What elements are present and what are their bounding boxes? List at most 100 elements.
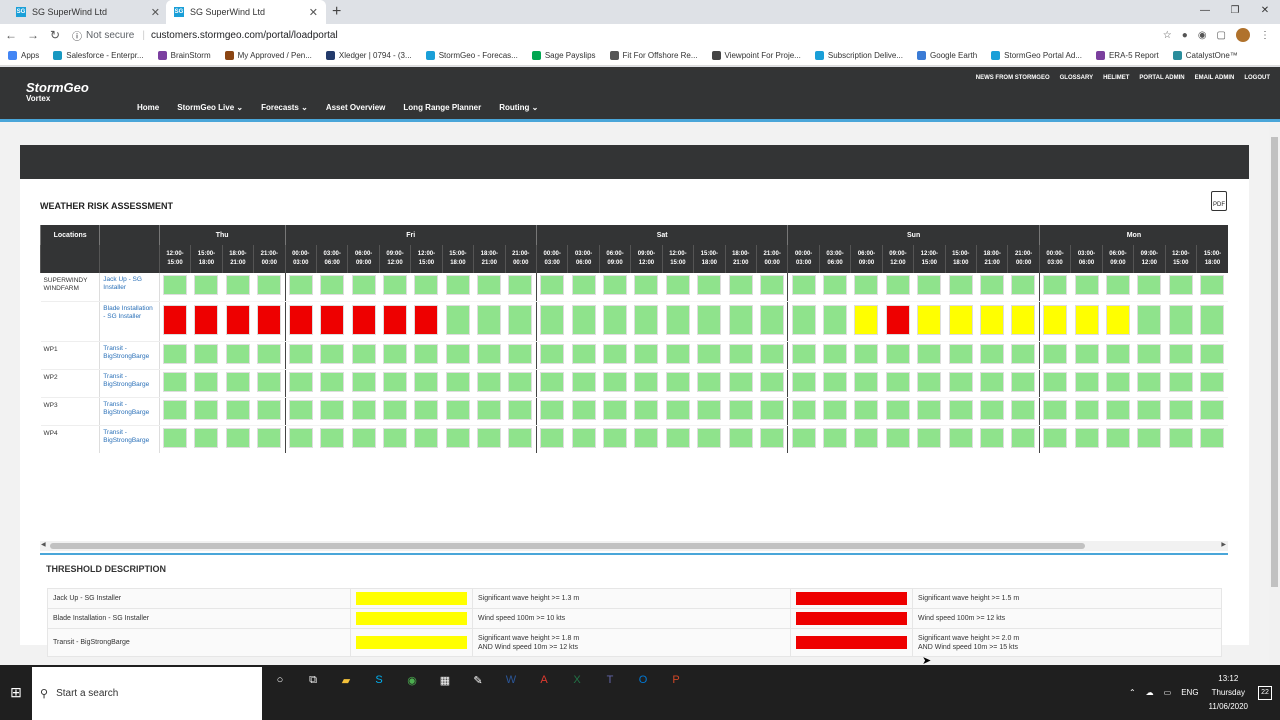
risk-cell[interactable] bbox=[1196, 425, 1228, 453]
risk-cell[interactable] bbox=[756, 341, 788, 370]
nav-item-routing[interactable]: Routing bbox=[499, 103, 538, 112]
risk-cell[interactable] bbox=[284, 273, 317, 302]
risk-cell[interactable] bbox=[819, 301, 851, 342]
top-nav-portal-admin[interactable]: PORTAL ADMIN bbox=[1139, 75, 1184, 81]
risk-cell[interactable] bbox=[347, 425, 380, 453]
risk-cell[interactable] bbox=[1007, 397, 1040, 426]
risk-cell[interactable] bbox=[913, 369, 946, 398]
risk-cell[interactable] bbox=[505, 369, 537, 398]
asset-link[interactable]: Transit - BigStrongBarge bbox=[99, 369, 160, 398]
new-tab-button[interactable]: + bbox=[332, 3, 341, 21]
outlook-icon[interactable]: O bbox=[631, 668, 655, 692]
risk-cell[interactable] bbox=[222, 397, 254, 426]
notifications-icon[interactable]: 22 bbox=[1258, 685, 1272, 700]
risk-cell[interactable] bbox=[473, 301, 506, 342]
risk-cell[interactable] bbox=[222, 273, 254, 302]
risk-cell[interactable] bbox=[1038, 341, 1071, 370]
risk-cell[interactable] bbox=[505, 341, 537, 370]
risk-cell[interactable] bbox=[410, 397, 443, 426]
risk-cell[interactable] bbox=[599, 273, 631, 302]
cortana-icon[interactable]: ○ bbox=[268, 668, 292, 692]
acrobat-icon[interactable]: A bbox=[532, 668, 556, 692]
nav-item-stormgeo-live[interactable]: StormGeo Live bbox=[177, 103, 243, 112]
language-indicator[interactable]: ENG bbox=[1181, 688, 1198, 697]
risk-cell[interactable] bbox=[630, 273, 663, 302]
battery-icon[interactable]: ▭ bbox=[1164, 688, 1172, 697]
risk-cell[interactable] bbox=[347, 273, 380, 302]
risk-cell[interactable] bbox=[725, 369, 757, 398]
pdf-export-icon[interactable]: PDF bbox=[1211, 191, 1227, 211]
maximize-icon[interactable]: ❐ bbox=[1220, 0, 1250, 20]
risk-cell[interactable] bbox=[945, 369, 977, 398]
bookmark-item[interactable]: CatalystOne™ bbox=[1172, 51, 1238, 60]
risk-cell[interactable] bbox=[567, 301, 600, 342]
bookmark-item[interactable]: My Approved / Pen... bbox=[224, 51, 312, 60]
risk-cell[interactable] bbox=[567, 397, 600, 426]
risk-cell[interactable] bbox=[725, 425, 757, 453]
risk-cell[interactable] bbox=[567, 369, 600, 398]
windows-start-icon[interactable]: ⊞ bbox=[0, 665, 32, 720]
risk-cell[interactable] bbox=[316, 301, 348, 342]
nav-item-forecasts[interactable]: Forecasts bbox=[261, 103, 308, 112]
menu-dots-icon[interactable]: ⋮ bbox=[1260, 30, 1270, 41]
calculator-icon[interactable]: ▦ bbox=[433, 668, 457, 692]
risk-cell[interactable] bbox=[473, 273, 506, 302]
risk-cell[interactable] bbox=[473, 341, 506, 370]
risk-cell[interactable] bbox=[222, 341, 254, 370]
top-nav-helimet[interactable]: HELIMET bbox=[1103, 75, 1129, 81]
asset-link[interactable]: Transit - BigStrongBarge bbox=[99, 425, 160, 453]
url-field[interactable]: ⓘ Not secure | customers.stormgeo.com/po… bbox=[72, 28, 338, 43]
risk-cell[interactable] bbox=[347, 397, 380, 426]
risk-cell[interactable] bbox=[756, 273, 788, 302]
risk-cell[interactable] bbox=[410, 301, 443, 342]
risk-cell[interactable] bbox=[1196, 301, 1228, 342]
risk-cell[interactable] bbox=[253, 273, 286, 302]
risk-cell[interactable] bbox=[1070, 341, 1103, 370]
top-nav-email-admin[interactable]: EMAIL ADMIN bbox=[1195, 75, 1235, 81]
risk-cell[interactable] bbox=[1070, 425, 1103, 453]
risk-cell[interactable] bbox=[787, 425, 820, 453]
asset-link[interactable]: Jack Up - SG Installer bbox=[99, 273, 160, 302]
risk-cell[interactable] bbox=[756, 369, 788, 398]
risk-cell[interactable] bbox=[725, 301, 757, 342]
browser-tab[interactable]: SG SG SuperWind Ltd ✕ bbox=[8, 0, 168, 24]
risk-cell[interactable] bbox=[1038, 369, 1071, 398]
risk-cell[interactable] bbox=[253, 341, 286, 370]
snipping-tool-icon[interactable]: ✎ bbox=[466, 668, 490, 692]
file-explorer-icon[interactable]: ▰ bbox=[334, 668, 358, 692]
risk-cell[interactable] bbox=[693, 369, 726, 398]
risk-cell[interactable] bbox=[599, 369, 631, 398]
risk-cell[interactable] bbox=[882, 369, 914, 398]
risk-cell[interactable] bbox=[442, 425, 474, 453]
bookmark-item[interactable]: StormGeo Portal Ad... bbox=[991, 51, 1082, 60]
risk-cell[interactable] bbox=[882, 425, 914, 453]
risk-cell[interactable] bbox=[787, 301, 820, 342]
risk-cell[interactable] bbox=[442, 397, 474, 426]
risk-cell[interactable] bbox=[316, 369, 348, 398]
risk-cell[interactable] bbox=[882, 341, 914, 370]
forward-icon[interactable]: → bbox=[22, 28, 44, 42]
top-nav-glossary[interactable]: GLOSSARY bbox=[1060, 75, 1093, 81]
risk-cell[interactable] bbox=[693, 301, 726, 342]
back-icon[interactable]: ← bbox=[0, 28, 22, 42]
risk-cell[interactable] bbox=[976, 341, 1008, 370]
risk-cell[interactable] bbox=[913, 425, 946, 453]
extension-icon[interactable]: ● bbox=[1182, 30, 1188, 41]
risk-cell[interactable] bbox=[850, 369, 883, 398]
risk-cell[interactable] bbox=[158, 301, 191, 342]
risk-cell[interactable] bbox=[787, 397, 820, 426]
grid-horizontal-scrollbar[interactable]: ◀ ▶ bbox=[40, 541, 1228, 551]
extension-icon[interactable]: ◉ bbox=[1198, 30, 1207, 41]
close-window-icon[interactable]: ✕ bbox=[1250, 0, 1280, 20]
risk-cell[interactable] bbox=[1133, 425, 1166, 453]
risk-cell[interactable] bbox=[316, 425, 348, 453]
minimize-icon[interactable]: — bbox=[1190, 0, 1220, 20]
bookmark-item[interactable]: StormGeo - Forecas... bbox=[425, 51, 518, 60]
risk-cell[interactable] bbox=[222, 425, 254, 453]
risk-cell[interactable] bbox=[945, 341, 977, 370]
risk-cell[interactable] bbox=[253, 397, 286, 426]
risk-cell[interactable] bbox=[567, 273, 600, 302]
taskbar-search[interactable]: ⚲ Start a search bbox=[32, 667, 262, 720]
risk-cell[interactable] bbox=[410, 273, 443, 302]
risk-cell[interactable] bbox=[662, 301, 694, 342]
